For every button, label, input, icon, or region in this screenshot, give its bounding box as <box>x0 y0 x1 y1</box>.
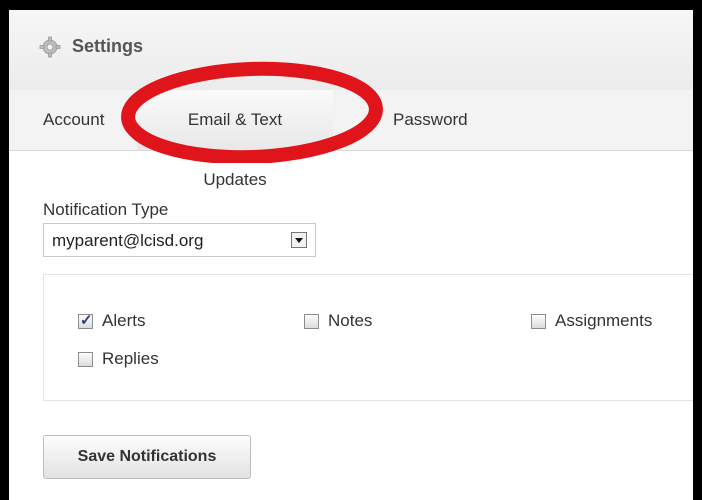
replies-label: Replies <box>102 349 159 368</box>
replies-checkbox-row[interactable]: Replies <box>78 349 159 369</box>
alerts-checkbox-row[interactable]: ✓ Alerts <box>78 311 145 331</box>
notes-checkbox[interactable] <box>304 313 319 329</box>
alerts-label: Alerts <box>102 311 146 330</box>
settings-tabs: Account Email & Text Updates Password <box>9 90 693 189</box>
notes-checkbox-row[interactable]: Notes <box>304 311 372 331</box>
chevron-down-icon[interactable] <box>291 232 307 248</box>
notification-type-label: Notification Type <box>43 200 169 219</box>
settings-header: Settings <box>9 10 693 91</box>
notification-type-value: myparent@lcisd.org <box>52 231 204 250</box>
assignments-checkbox[interactable] <box>531 313 546 329</box>
assignments-checkbox-row[interactable]: Assignments <box>531 311 652 331</box>
notes-label: Notes <box>328 311 373 330</box>
assignments-label: Assignments <box>555 311 653 330</box>
page-title: Settings <box>72 36 144 56</box>
notification-type-select[interactable]: myparent@lcisd.org <box>43 223 316 257</box>
save-notifications-button[interactable]: Save Notifications <box>43 435 251 479</box>
tab-email-text-updates[interactable]: Email & Text Updates <box>137 90 333 189</box>
replies-checkbox[interactable] <box>78 351 93 367</box>
gear-icon <box>39 36 61 58</box>
tab-password[interactable]: Password <box>393 90 483 150</box>
settings-window: Settings Account Email & Text Updates Pa… <box>9 10 693 500</box>
alerts-checkbox[interactable]: ✓ <box>78 311 93 329</box>
checkmark-icon: ✓ <box>80 311 93 329</box>
notification-options-panel: ✓ Alerts Notes Assignments Replies <box>43 274 693 401</box>
tab-account[interactable]: Account <box>43 90 113 150</box>
